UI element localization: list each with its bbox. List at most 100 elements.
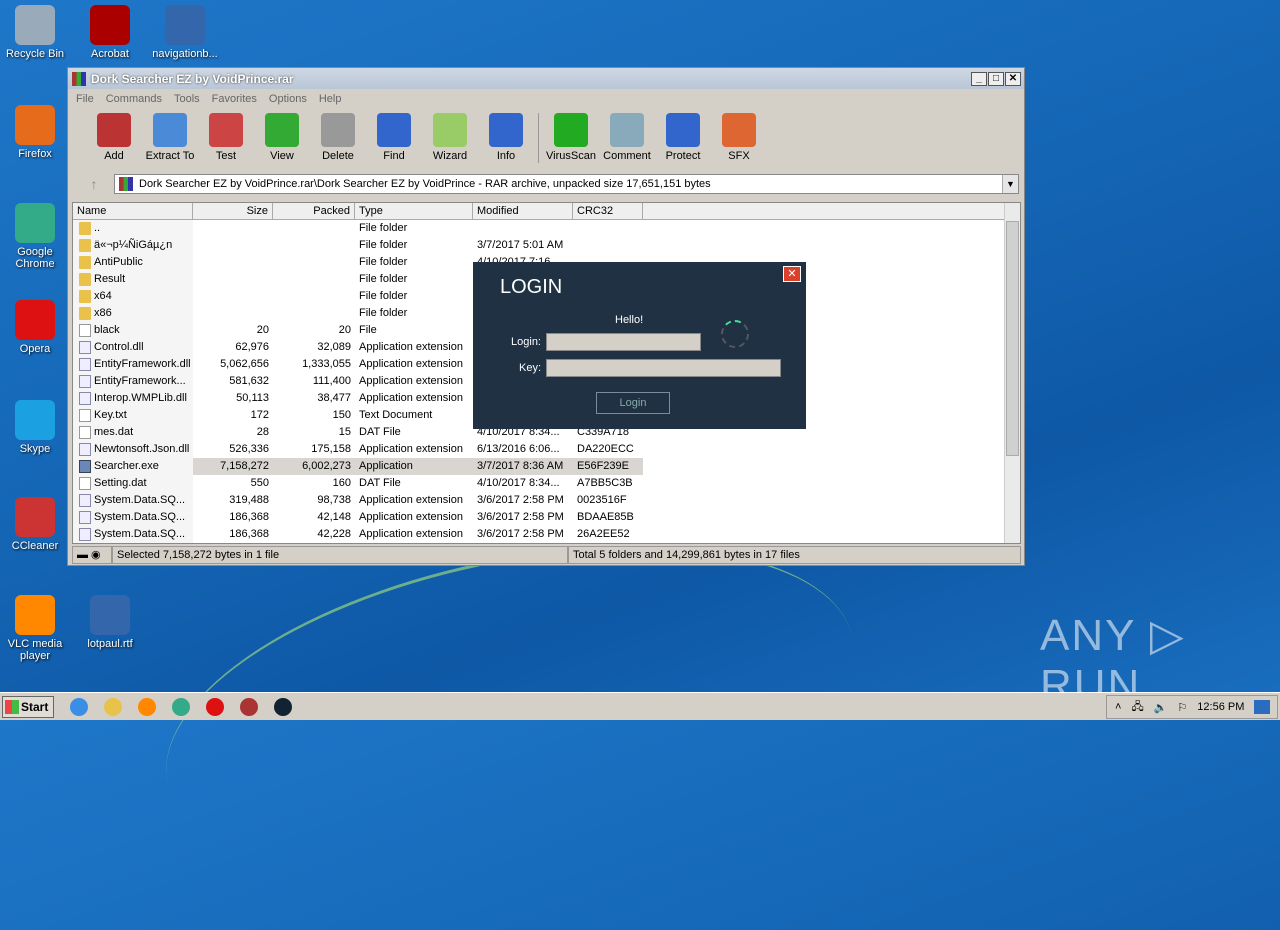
file-row[interactable]: Searcher.exe 7,158,272 6,002,273 Applicatio… [73, 458, 643, 475]
desktop-icon[interactable]: lotpaul.rtf [75, 595, 145, 650]
network-icon[interactable]: 🖧 [1131, 698, 1143, 717]
toolbar-button-protect[interactable]: Protect [655, 113, 711, 162]
taskbar-opera-icon[interactable] [206, 697, 224, 716]
toolbar-button-sfx[interactable]: SFX [711, 113, 767, 162]
login-input[interactable] [546, 333, 701, 351]
file-row[interactable]: System.Data.SQ... 186,368 42,148 Applicatio… [73, 509, 1020, 526]
desktop-icon[interactable]: Skype [0, 400, 70, 455]
file-row[interactable]: .. File folder [73, 220, 1020, 237]
desktop-icon[interactable]: Recycle Bin [0, 5, 70, 60]
close-icon[interactable]: ✕ [783, 266, 801, 282]
up-arrow-icon[interactable]: ↑ [74, 176, 114, 192]
column-header[interactable]: Size [193, 203, 273, 219]
file-row[interactable]: ä«¬p¼ÑiGáµ¿n File folder 3/7/2017 5:01 AM [73, 237, 1020, 254]
desktop-icon[interactable]: Google Chrome [0, 203, 70, 270]
toolbar-button-info[interactable]: Info [478, 113, 534, 162]
desktop-icon[interactable]: CCleaner [0, 497, 70, 552]
toolbar-button-virusscan[interactable]: VirusScan [543, 113, 599, 162]
taskbar-chrome-icon[interactable] [172, 697, 190, 716]
archive-icon [119, 177, 133, 191]
dll-icon [79, 511, 91, 524]
close-button[interactable]: ✕ [1005, 71, 1021, 86]
scroll-thumb[interactable] [1006, 221, 1019, 456]
taskbar-ie-icon[interactable] [70, 697, 88, 716]
menu-item[interactable]: Help [319, 93, 342, 105]
login-title: LOGIN [500, 276, 563, 298]
menu-item[interactable]: File [76, 93, 94, 105]
taskbar-console-icon[interactable] [274, 697, 292, 716]
cell-packed: 42,228 [317, 528, 351, 540]
toolbar-button-delete[interactable]: Delete [310, 113, 366, 162]
file-row[interactable]: System.Data.SQ... 319,488 98,738 Applicatio… [73, 492, 1020, 509]
maximize-button[interactable]: □ [988, 71, 1004, 86]
taskbar-winrar-icon[interactable] [240, 697, 258, 716]
toolbar-button-wizard[interactable]: Wizard [422, 113, 478, 162]
file-row[interactable]: Newtonsoft.Json.dll 526,336 175,158 Applica… [73, 441, 1020, 458]
cell-modified: 3/6/2017 2:58 PM [477, 511, 564, 523]
volume-icon[interactable]: 🔈 [1154, 701, 1168, 714]
comment-icon [610, 113, 644, 147]
toolbar-label: Wizard [432, 150, 468, 162]
cell-packed: 150 [332, 409, 351, 421]
file-row[interactable]: System.Data.SQ... 186,368 42,228 Applicatio… [73, 526, 1020, 543]
desktop-icon[interactable]: Opera [0, 300, 70, 355]
path-field[interactable]: Dork Searcher EZ by VoidPrince.rar\Dork … [114, 174, 1019, 194]
cell-type: Application extension [359, 528, 463, 540]
menu-item[interactable]: Options [269, 93, 307, 105]
desktop-icon[interactable]: Acrobat [75, 5, 145, 60]
taskbar-media-player-icon[interactable] [138, 697, 156, 716]
desktop-icon[interactable]: navigationb... [150, 5, 220, 60]
dll-icon [79, 358, 91, 371]
desktop-icon-label: lotpaul.rtf [87, 638, 133, 650]
flag-icon[interactable]: ⚐ [1177, 701, 1187, 714]
file-name: System.Data.SQ... [94, 528, 186, 540]
column-header[interactable]: Name [73, 203, 193, 219]
key-input[interactable] [546, 359, 781, 377]
taskbar-explorer-icon[interactable] [104, 697, 122, 716]
cell-size [193, 288, 273, 305]
cell-crc: E56F239E [577, 460, 629, 472]
cell-name: System.Data.SQ... [73, 509, 193, 526]
cell-size [193, 237, 273, 254]
toolbar-button-find[interactable]: Find [366, 113, 422, 162]
clock[interactable]: 12:56 PM [1197, 701, 1244, 713]
wizard-icon [433, 113, 467, 147]
toolbar-button-extract-to[interactable]: Extract To [142, 113, 198, 162]
show-desktop-button[interactable] [1254, 700, 1271, 714]
start-button[interactable]: Start [2, 695, 54, 718]
chevron-down-icon[interactable]: ▼ [1002, 175, 1018, 193]
column-header[interactable]: Packed [273, 203, 355, 219]
cell-size [193, 271, 273, 288]
view-icon [265, 113, 299, 147]
vertical-scrollbar[interactable] [1004, 203, 1020, 543]
toolbar-label: VirusScan [546, 150, 596, 162]
folder-icon [79, 239, 91, 252]
menu-item[interactable]: Favorites [212, 93, 257, 105]
toolbar-button-view[interactable]: View [254, 113, 310, 162]
cell-packed [273, 288, 355, 305]
title-bar[interactable]: Dork Searcher EZ by VoidPrince.rar _ □ ✕ [68, 68, 1024, 89]
column-header[interactable]: Modified [473, 203, 573, 219]
desktop-icon-label: Opera [19, 343, 51, 355]
cell-name: x86 [73, 305, 193, 322]
column-header[interactable]: CRC32 [573, 203, 643, 219]
file-row[interactable]: Setting.dat 550 160 DAT File 4/10/2017 8:34.… [73, 475, 1020, 492]
toolbar-button-add[interactable]: Add [86, 113, 142, 162]
column-header[interactable]: Type [355, 203, 473, 219]
desktop-icon[interactable]: Firefox [0, 105, 70, 160]
file-name: Control.dll [94, 341, 144, 353]
menu-item[interactable]: Tools [174, 93, 200, 105]
toolbar-button-test[interactable]: Test [198, 113, 254, 162]
menu-item[interactable]: Commands [106, 93, 162, 105]
desktop-icon-label: Recycle Bin [5, 48, 65, 60]
file-name: x86 [94, 307, 112, 319]
show-hidden-icons-icon[interactable]: ˄ [1115, 701, 1121, 713]
file-name: System.Data.SQ... [94, 511, 186, 523]
toolbar-button-comment[interactable]: Comment [599, 113, 655, 162]
cell-crc: A7BB5C3B [577, 477, 633, 489]
cell-type: DAT File [359, 477, 401, 489]
cell-type: Application extension [359, 375, 463, 387]
desktop-icon[interactable]: VLC media player [0, 595, 70, 662]
minimize-button[interactable]: _ [971, 71, 987, 86]
login-button[interactable]: Login [596, 392, 670, 414]
